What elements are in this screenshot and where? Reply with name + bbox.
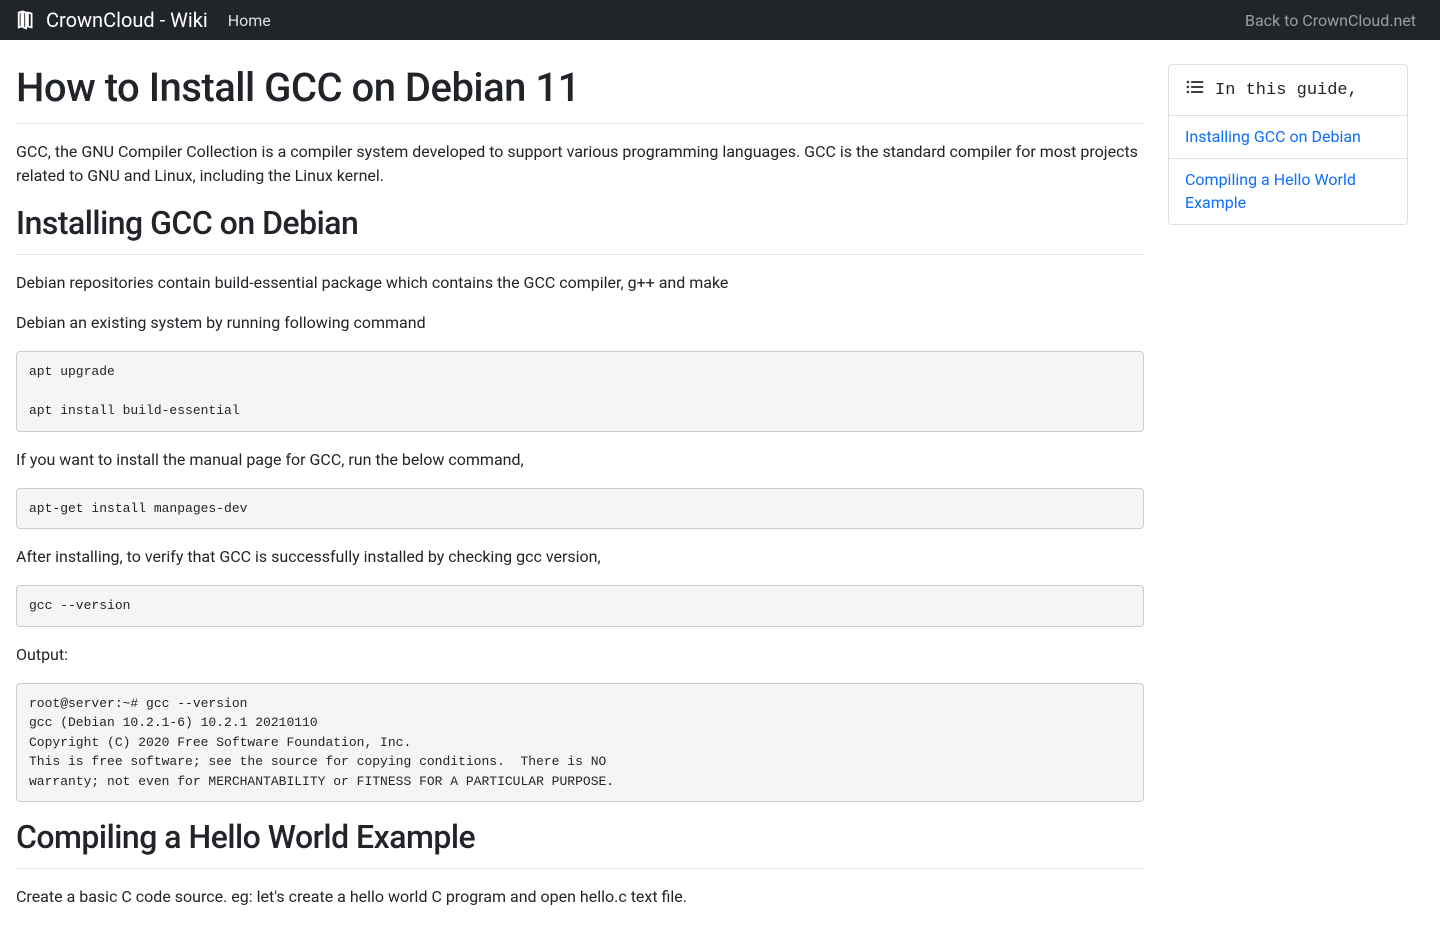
brand-link[interactable]: CrownCloud - Wiki — [16, 8, 208, 32]
divider — [16, 254, 1144, 255]
toc-link-example[interactable]: Compiling a Hello World Example — [1185, 170, 1356, 211]
sidebar: In this guide, Installing GCC on Debian … — [1168, 64, 1408, 925]
toc-title: In this guide, — [1215, 81, 1358, 100]
divider — [16, 123, 1144, 124]
brand-text: CrownCloud - Wiki — [46, 8, 208, 32]
paragraph: After installing, to verify that GCC is … — [16, 545, 1144, 569]
toc-card: In this guide, Installing GCC on Debian … — [1168, 64, 1408, 225]
toc-link-install[interactable]: Installing GCC on Debian — [1185, 127, 1361, 146]
navbar: CrownCloud - Wiki Home Back to CrownClou… — [0, 0, 1440, 40]
paragraph: Debian repositories contain build-essent… — [16, 271, 1144, 295]
intro-paragraph: GCC, the GNU Compiler Collection is a co… — [16, 140, 1144, 188]
nav-home[interactable]: Home — [228, 11, 271, 30]
section-heading-install: Installing GCC on Debian — [16, 204, 1144, 242]
books-icon — [16, 9, 38, 31]
paragraph: Output: — [16, 643, 1144, 667]
nav-back[interactable]: Back to CrownCloud.net — [1245, 11, 1424, 30]
paragraph: Debian an existing system by running fol… — [16, 311, 1144, 335]
main-content: How to Install GCC on Debian 11 GCC, the… — [16, 64, 1144, 925]
code-block: apt-get install manpages-dev — [16, 488, 1144, 530]
navbar-left: CrownCloud - Wiki Home — [16, 8, 271, 32]
code-block: root@server:~# gcc --version gcc (Debian… — [16, 683, 1144, 803]
paragraph: If you want to install the manual page f… — [16, 448, 1144, 472]
toc-item: Compiling a Hello World Example — [1169, 159, 1407, 224]
toc-list: Installing GCC on Debian Compiling a Hel… — [1169, 116, 1407, 224]
toc-item: Installing GCC on Debian — [1169, 116, 1407, 159]
divider — [16, 868, 1144, 869]
code-block: gcc --version — [16, 585, 1144, 627]
list-icon — [1185, 77, 1205, 103]
container: How to Install GCC on Debian 11 GCC, the… — [0, 40, 1440, 925]
code-block: apt upgrade apt install build-essential — [16, 351, 1144, 432]
toc-header: In this guide, — [1169, 65, 1407, 116]
section-heading-example: Compiling a Hello World Example — [16, 818, 1144, 856]
paragraph: Create a basic C code source. eg: let's … — [16, 885, 1144, 909]
page-title: How to Install GCC on Debian 11 — [16, 64, 1144, 111]
